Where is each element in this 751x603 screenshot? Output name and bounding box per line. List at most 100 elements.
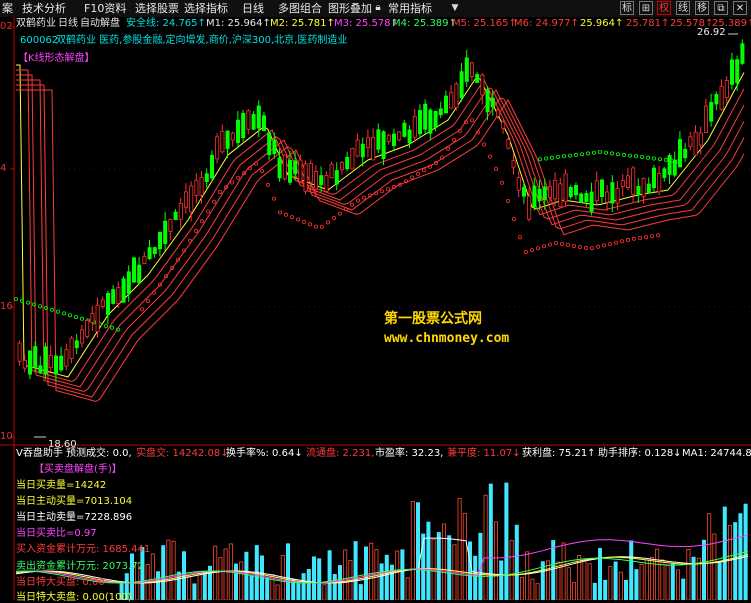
candle-body (371, 137, 376, 161)
candle-body (459, 71, 464, 99)
volume-bar (624, 579, 629, 601)
volume-bar (441, 523, 446, 601)
crosshair-icon[interactable]: ⊞ (639, 1, 653, 15)
vol-line-2: 当日主动卖量=7228.896 (16, 512, 133, 523)
volume-bar (499, 560, 504, 601)
candle-body (204, 173, 209, 182)
candle-body (475, 74, 480, 83)
candle-body (272, 139, 277, 155)
toolbar-btn-line[interactable]: 线 (676, 1, 690, 15)
toolbar-btn-rights[interactable]: 权 (657, 1, 671, 15)
chevron-down-icon[interactable]: ▼ (448, 1, 462, 15)
volume-bar (676, 569, 681, 601)
volume-bar (327, 550, 332, 601)
candle-body (59, 355, 64, 371)
candle-body (490, 97, 495, 108)
safety-line-value: 安全线: 24.765↑ (126, 18, 206, 29)
candle-body (100, 299, 105, 308)
toolbar-select-stock[interactable]: 选择股票 (133, 1, 181, 16)
volume-bar (343, 549, 348, 601)
candle-body (235, 119, 240, 143)
candle-body (714, 94, 719, 105)
vol-line-4: 买入资金累计万元: 1685.441 (16, 544, 151, 555)
candle-body (516, 177, 521, 191)
toolbar-overlay[interactable]: 图形叠加 (326, 1, 374, 16)
candle-body (719, 85, 724, 110)
candle-body (365, 137, 370, 148)
candle-body (225, 130, 230, 149)
volume-bar (473, 555, 478, 601)
candle-body (397, 131, 402, 141)
volume-bar (405, 577, 410, 601)
candle-body (355, 139, 360, 157)
volume-bar (722, 506, 727, 601)
toolbar-select-indicator[interactable]: 选择指标 (182, 1, 230, 16)
vol-line-5: 卖出资金累计万元: 2073.72 (16, 561, 144, 572)
toolbar-daily[interactable]: 日线 (240, 1, 266, 16)
candle-body (443, 95, 448, 114)
volume-bar (462, 512, 467, 601)
volume-bar (415, 502, 420, 601)
volume-bar (218, 557, 223, 601)
m1-value: M1: 25.964↑ (206, 18, 271, 29)
m6-value: M6: 24.977↑ (514, 18, 579, 29)
candle-body (376, 129, 381, 150)
volume-bar (696, 557, 701, 601)
candle-body (241, 112, 246, 139)
toolbar-multi-chart[interactable]: 多图组合 (276, 1, 324, 16)
volume-bar (665, 565, 670, 601)
chart-area: 02 4 16 10 双鹤药业 日线 自动解盘 安全线: 24.765↑ M1:… (0, 17, 751, 603)
restore-icon[interactable]: ⧉ (714, 1, 728, 15)
axis-label-top: 02 (0, 21, 13, 32)
volume-bar (670, 563, 675, 601)
toolbar-common-indicators[interactable]: 常用指标 (386, 1, 434, 16)
toolbar-tech-analysis[interactable]: 技术分析 (20, 1, 68, 16)
candle-body (610, 182, 615, 204)
toolbar-item-0[interactable]: 案 (0, 1, 15, 16)
candle-body (168, 219, 173, 232)
candle-body (662, 168, 667, 178)
m2-value: M2: 25.781↑ (270, 18, 335, 29)
volume-bar (140, 547, 145, 601)
concept-tags: 双鹤药业 医药,参股金融,定向增发,商价,沪深300,北京,医药制造业 (56, 35, 348, 46)
candle-body (303, 163, 308, 192)
toolbar-btn-move[interactable]: 移 (695, 1, 709, 15)
close-icon[interactable]: ✕ (733, 1, 747, 15)
volume-bar (213, 545, 218, 601)
volume-bar (566, 567, 571, 601)
candle-body (641, 178, 646, 197)
candle-body (735, 59, 740, 84)
volume-bar (546, 560, 551, 601)
volume-bar (395, 550, 400, 601)
candle-body (469, 62, 474, 77)
volume-bar (707, 513, 712, 601)
toolbar-f10[interactable]: F10资料 (82, 1, 128, 16)
candle-body (163, 220, 168, 244)
lock-icon[interactable]: 🔒︎ (372, 1, 384, 15)
volume-bar (608, 566, 613, 601)
candle-body (147, 247, 152, 260)
candle-body (350, 148, 355, 170)
candle-body (589, 191, 594, 212)
info-float: 流通盘: 2.231, (306, 448, 375, 459)
candle-body (698, 132, 703, 146)
volume-bar (525, 551, 530, 601)
volume-bar (634, 569, 639, 601)
candle-body (69, 337, 74, 360)
candle-body (672, 159, 677, 176)
candle-body (688, 136, 693, 147)
volume-bar (384, 554, 389, 601)
volume-bar (681, 578, 686, 601)
toolbar-btn-mark[interactable]: 标 (620, 1, 634, 15)
candle-body (464, 57, 469, 82)
volume-bar (436, 532, 441, 601)
candle-body (54, 355, 59, 375)
candle-body (313, 171, 318, 190)
volume-bar (639, 564, 644, 601)
candle-body (449, 92, 454, 109)
stock-name: 双鹤药业 (16, 18, 56, 29)
candle-body (230, 132, 235, 141)
info-rank: 助手排序: 0.128↓ (598, 448, 682, 459)
candle-body (267, 132, 272, 156)
volume-bar (296, 583, 301, 601)
